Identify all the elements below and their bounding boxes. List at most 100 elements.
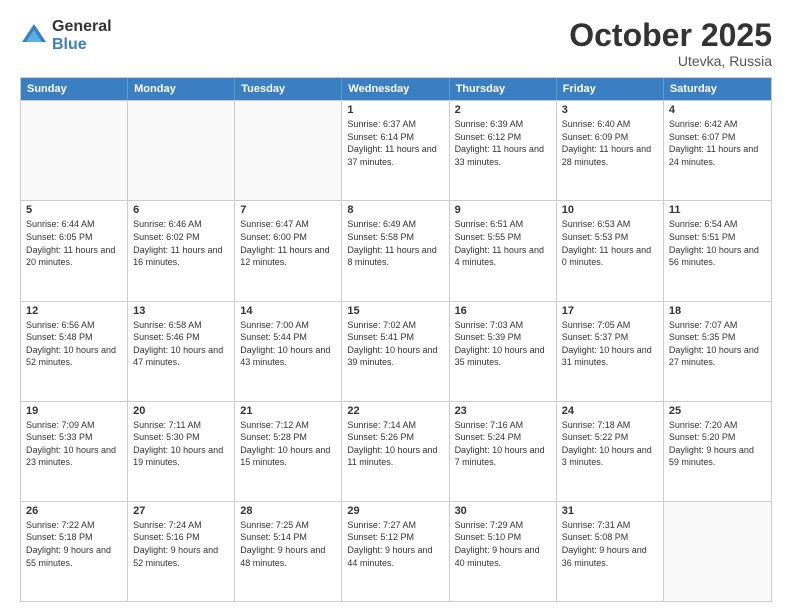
calendar-cell: 6Sunrise: 6:46 AM Sunset: 6:02 PM Daylig… — [128, 201, 235, 300]
day-number: 1 — [347, 104, 443, 116]
calendar-cell: 16Sunrise: 7:03 AM Sunset: 5:39 PM Dayli… — [450, 302, 557, 401]
calendar-cell: 7Sunrise: 6:47 AM Sunset: 6:00 PM Daylig… — [235, 201, 342, 300]
day-info: Sunrise: 7:18 AM Sunset: 5:22 PM Dayligh… — [562, 419, 658, 469]
day-number: 2 — [455, 104, 551, 116]
day-info: Sunrise: 7:31 AM Sunset: 5:08 PM Dayligh… — [562, 519, 658, 569]
day-info: Sunrise: 7:02 AM Sunset: 5:41 PM Dayligh… — [347, 319, 443, 369]
calendar-cell: 19 Sunrise: 7:09 AM Sunset: 5:33 PM Dayli… — [21, 402, 128, 501]
day-number: 20 — [133, 405, 229, 417]
day-info: Sunrise: 7:12 AM Sunset: 5:28 PM Dayligh… — [240, 419, 336, 469]
header: General Blue October 2025 Utevka, Russia — [20, 18, 772, 69]
calendar-cell: 12 Sunrise: 6:56 AM Sunset: 5:48 PM Dayli… — [21, 302, 128, 401]
logo-general: General — [52, 18, 112, 36]
calendar-cell: 29 Sunrise: 7:27 AM Sunset: 5:12 PM Dayli… — [342, 502, 449, 601]
day-info: Sunrise: 7:16 AM Sunset: 5:24 PM Dayligh… — [455, 419, 551, 469]
day-number: 10 — [562, 204, 658, 216]
day-number: 16 — [455, 305, 551, 317]
day-info: Sunrise: 6:53 AM Sunset: 5:53 PM Dayligh… — [562, 218, 658, 268]
day-number: 13 — [133, 305, 229, 317]
day-info: Sunrise: 6:46 AM Sunset: 6:02 PM Dayligh… — [133, 218, 229, 268]
day-number: 3 — [562, 104, 658, 116]
day-number: 5 — [26, 204, 122, 216]
day-number: 19 — [26, 405, 122, 417]
calendar-body: 1 Sunrise: 6:37 AM Sunset: 6:14 PM Daylig… — [21, 100, 771, 601]
calendar-week-3: 12 Sunrise: 6:56 AM Sunset: 5:48 PM Dayli… — [21, 301, 771, 401]
day-info: Sunrise: 7:27 AM Sunset: 5:12 PM Dayligh… — [347, 519, 443, 569]
day-info: Sunrise: 6:44 AM Sunset: 6:05 PM Dayligh… — [26, 218, 122, 268]
location: Utevka, Russia — [569, 53, 772, 69]
calendar-week-2: 5 Sunrise: 6:44 AM Sunset: 6:05 PM Daylig… — [21, 200, 771, 300]
day-info: Sunrise: 7:24 AM Sunset: 5:16 PM Dayligh… — [133, 519, 229, 569]
day-number: 12 — [26, 305, 122, 317]
header-day-tuesday: Tuesday — [235, 78, 342, 100]
calendar-cell: 26Sunrise: 7:22 AM Sunset: 5:18 PM Dayli… — [21, 502, 128, 601]
calendar-cell: 17Sunrise: 7:05 AM Sunset: 5:37 PM Dayli… — [557, 302, 664, 401]
day-info: Sunrise: 7:09 AM Sunset: 5:33 PM Dayligh… — [26, 419, 122, 469]
calendar-week-4: 19 Sunrise: 7:09 AM Sunset: 5:33 PM Dayli… — [21, 401, 771, 501]
day-number: 4 — [669, 104, 766, 116]
calendar-header: SundayMondayTuesdayWednesdayThursdayFrid… — [21, 78, 771, 100]
header-day-thursday: Thursday — [450, 78, 557, 100]
calendar-cell: 22 Sunrise: 7:14 AM Sunset: 5:26 PM Dayli… — [342, 402, 449, 501]
day-info: Sunrise: 6:42 AM Sunset: 6:07 PM Dayligh… — [669, 118, 766, 168]
day-number: 9 — [455, 204, 551, 216]
calendar-cell: 4 Sunrise: 6:42 AM Sunset: 6:07 PM Daylig… — [664, 101, 771, 200]
day-number: 21 — [240, 405, 336, 417]
day-info: Sunrise: 7:14 AM Sunset: 5:26 PM Dayligh… — [347, 419, 443, 469]
day-number: 24 — [562, 405, 658, 417]
calendar-cell: 31 Sunrise: 7:31 AM Sunset: 5:08 PM Dayli… — [557, 502, 664, 601]
calendar-cell: 1 Sunrise: 6:37 AM Sunset: 6:14 PM Daylig… — [342, 101, 449, 200]
calendar-cell: 9 Sunrise: 6:51 AM Sunset: 5:55 PM Daylig… — [450, 201, 557, 300]
header-day-friday: Friday — [557, 78, 664, 100]
calendar-cell — [21, 101, 128, 200]
calendar: SundayMondayTuesdayWednesdayThursdayFrid… — [20, 77, 772, 602]
logo-blue: Blue — [52, 36, 112, 54]
day-number: 28 — [240, 505, 336, 517]
day-number: 22 — [347, 405, 443, 417]
calendar-page: General Blue October 2025 Utevka, Russia… — [0, 0, 792, 612]
day-info: Sunrise: 7:05 AM Sunset: 5:37 PM Dayligh… — [562, 319, 658, 369]
calendar-cell — [128, 101, 235, 200]
day-number: 15 — [347, 305, 443, 317]
logo-text: General Blue — [52, 18, 112, 53]
day-info: Sunrise: 7:11 AM Sunset: 5:30 PM Dayligh… — [133, 419, 229, 469]
calendar-cell: 8 Sunrise: 6:49 AM Sunset: 5:58 PM Daylig… — [342, 201, 449, 300]
calendar-cell: 30 Sunrise: 7:29 AM Sunset: 5:10 PM Dayli… — [450, 502, 557, 601]
day-info: Sunrise: 7:25 AM Sunset: 5:14 PM Dayligh… — [240, 519, 336, 569]
day-info: Sunrise: 6:47 AM Sunset: 6:00 PM Dayligh… — [240, 218, 336, 268]
calendar-cell: 20 Sunrise: 7:11 AM Sunset: 5:30 PM Dayli… — [128, 402, 235, 501]
header-day-monday: Monday — [128, 78, 235, 100]
day-info: Sunrise: 7:00 AM Sunset: 5:44 PM Dayligh… — [240, 319, 336, 369]
header-day-saturday: Saturday — [664, 78, 771, 100]
calendar-cell: 27 Sunrise: 7:24 AM Sunset: 5:16 PM Dayli… — [128, 502, 235, 601]
day-number: 18 — [669, 305, 766, 317]
calendar-cell: 3 Sunrise: 6:40 AM Sunset: 6:09 PM Daylig… — [557, 101, 664, 200]
day-number: 31 — [562, 505, 658, 517]
day-info: Sunrise: 6:56 AM Sunset: 5:48 PM Dayligh… — [26, 319, 122, 369]
logo-icon — [20, 22, 48, 50]
day-number: 8 — [347, 204, 443, 216]
day-number: 30 — [455, 505, 551, 517]
day-number: 29 — [347, 505, 443, 517]
calendar-cell: 18Sunrise: 7:07 AM Sunset: 5:35 PM Dayli… — [664, 302, 771, 401]
calendar-cell: 28 Sunrise: 7:25 AM Sunset: 5:14 PM Dayli… — [235, 502, 342, 601]
day-info: Sunrise: 6:39 AM Sunset: 6:12 PM Dayligh… — [455, 118, 551, 168]
day-info: Sunrise: 7:29 AM Sunset: 5:10 PM Dayligh… — [455, 519, 551, 569]
calendar-cell: 14 Sunrise: 7:00 AM Sunset: 5:44 PM Dayli… — [235, 302, 342, 401]
day-info: Sunrise: 7:20 AM Sunset: 5:20 PM Dayligh… — [669, 419, 766, 469]
day-info: Sunrise: 6:37 AM Sunset: 6:14 PM Dayligh… — [347, 118, 443, 168]
day-number: 23 — [455, 405, 551, 417]
day-info: Sunrise: 6:40 AM Sunset: 6:09 PM Dayligh… — [562, 118, 658, 168]
day-info: Sunrise: 6:49 AM Sunset: 5:58 PM Dayligh… — [347, 218, 443, 268]
day-number: 14 — [240, 305, 336, 317]
calendar-cell: 2 Sunrise: 6:39 AM Sunset: 6:12 PM Daylig… — [450, 101, 557, 200]
calendar-cell: 21 Sunrise: 7:12 AM Sunset: 5:28 PM Dayli… — [235, 402, 342, 501]
day-info: Sunrise: 6:51 AM Sunset: 5:55 PM Dayligh… — [455, 218, 551, 268]
calendar-cell — [664, 502, 771, 601]
day-number: 27 — [133, 505, 229, 517]
month-title: October 2025 — [569, 18, 772, 53]
logo: General Blue — [20, 18, 112, 53]
day-number: 26 — [26, 505, 122, 517]
day-number: 25 — [669, 405, 766, 417]
header-day-sunday: Sunday — [21, 78, 128, 100]
